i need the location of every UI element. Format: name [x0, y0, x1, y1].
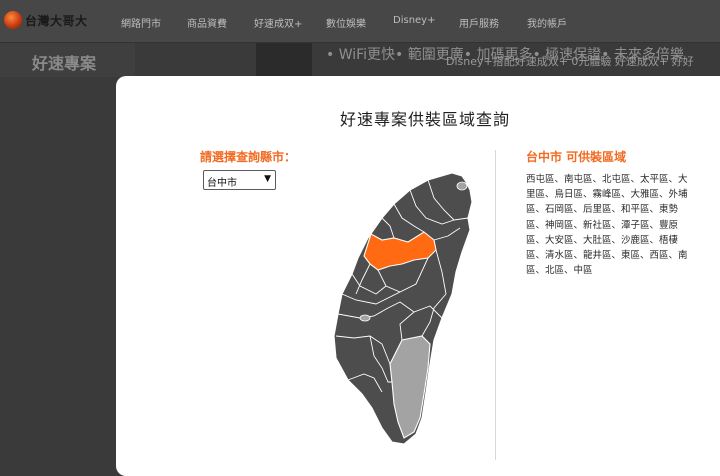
map-spot-north — [456, 181, 468, 191]
map-spot-lake — [359, 314, 371, 322]
modal-divider — [495, 150, 496, 460]
area-result-list: 西屯區、南屯區、北屯區、太平區、大里區、烏日區、霧峰區、大雅區、外埔區、石岡區、… — [526, 174, 688, 277]
top-nav-bar: 台灣大哥大 網路門市 商品資費 好速成双+ 數位娛樂 Disney+ 用戶服務 … — [0, 0, 720, 43]
page-banner: 好速專案 — [0, 43, 135, 77]
city-select-value: 台中市 — [207, 178, 237, 189]
nav-item-user-service[interactable]: 用戶服務 — [459, 15, 499, 30]
banner-image-block — [256, 43, 312, 77]
nav-item-online-store[interactable]: 網路門市 — [121, 15, 161, 30]
brand-logo-icon[interactable] — [4, 11, 22, 29]
area-result-title: 台中市 可供裝區域 — [526, 150, 627, 164]
promo-ticker: Disney+搭配好速成双+ 0元體驗 好速成双+ 好好 — [446, 55, 694, 68]
brand-logo-text[interactable]: 台灣大哥大 — [25, 12, 88, 29]
nav-item-disney[interactable]: Disney+ — [393, 15, 435, 26]
chevron-down-icon: ▼ — [264, 174, 271, 184]
modal-title: 好速專案供裝區域查詢 — [340, 110, 511, 129]
city-select-label: 請選擇查詢縣市： — [200, 150, 297, 164]
nav-item-entertainment[interactable]: 數位娛樂 — [326, 15, 366, 30]
banner-title: 好速專案 — [32, 54, 97, 73]
nav-item-plans[interactable]: 商品資費 — [187, 15, 227, 30]
nav-item-speed-plus[interactable]: 好速成双+ — [254, 15, 302, 30]
nav-item-my-account[interactable]: 我的帳戶 — [527, 15, 567, 30]
city-select[interactable]: 台中市 ▼ — [203, 170, 276, 190]
taiwan-map[interactable] — [330, 168, 480, 453]
